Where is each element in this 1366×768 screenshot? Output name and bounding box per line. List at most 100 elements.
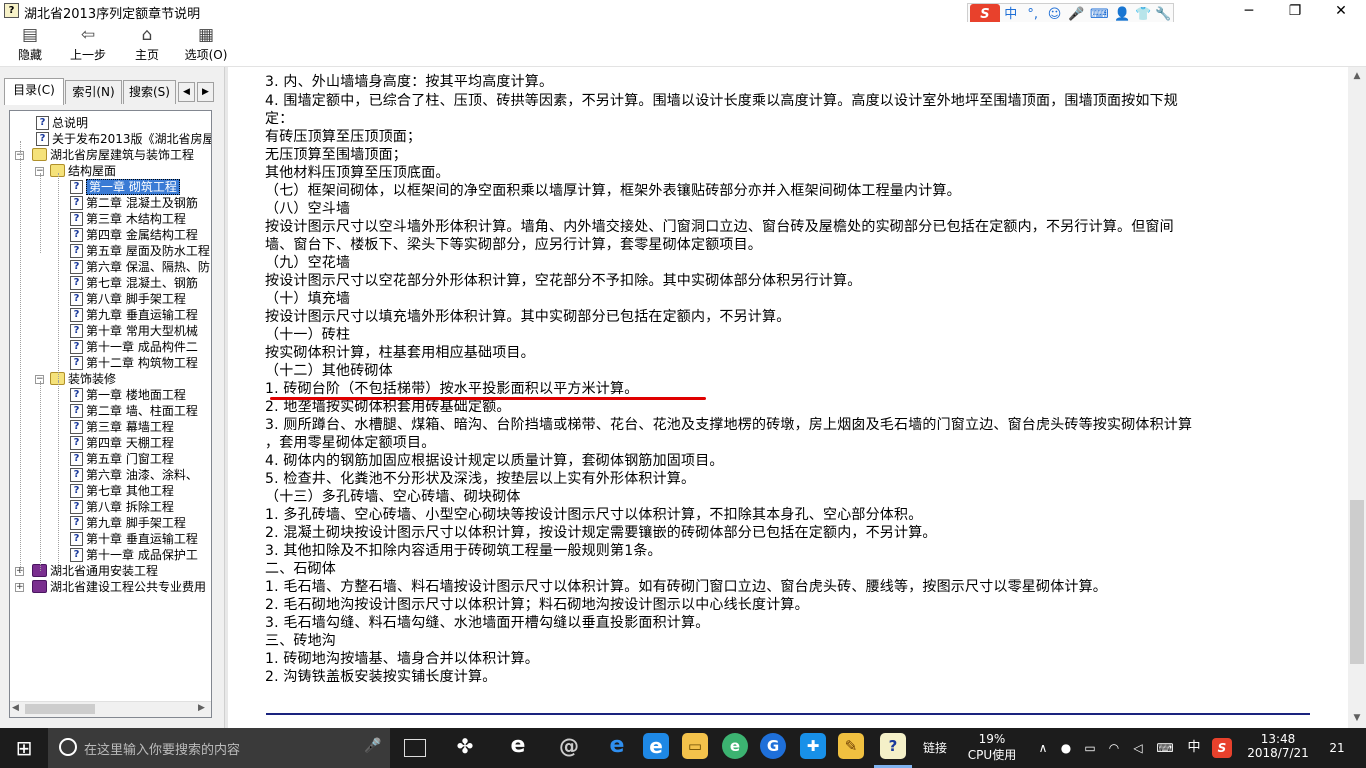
notes-app-icon[interactable]: ✎: [838, 733, 864, 759]
action-center-icon[interactable]: 21: [1322, 728, 1352, 768]
hide-button[interactable]: ▤ 隐藏: [8, 22, 52, 66]
windows-start-icon[interactable]: ⊞: [0, 728, 48, 768]
maximize-button[interactable]: ❐: [1272, 0, 1318, 22]
edge-icon[interactable]: e: [604, 733, 630, 759]
tab-search[interactable]: 搜索(S): [123, 80, 176, 104]
wifi-icon[interactable]: ◠: [1104, 728, 1124, 768]
file-explorer-icon[interactable]: ▭: [682, 733, 708, 759]
tree-item[interactable]: ? 关于发布2013版《湖北省房屋: [36, 131, 211, 147]
task-view-icon[interactable]: [404, 739, 426, 757]
content-line: 4. 围墙定额中，已综合了柱、压顶、砖拱等因素，不另计算。围墙以设计长度乘以高度…: [265, 93, 1179, 109]
content-line: 2. 毛石砌地沟按设计图示尺寸以体积计算；料石砌地沟按设计图示以中心线长度计算。: [265, 597, 809, 613]
show-hidden-icons-icon[interactable]: ∧: [1034, 728, 1052, 768]
pinwheel-app-icon[interactable]: ✤: [452, 733, 478, 759]
tree-item-label: 第二章 混凝土及钢筋: [86, 196, 198, 210]
tree-item[interactable]: ? 第一章 砌筑工程: [70, 179, 180, 195]
tab-scroll-left-button[interactable]: ◀: [178, 82, 195, 102]
tree-item[interactable]: ? 第五章 屋面及防水工程: [70, 243, 210, 259]
cpu-label: CPU使用: [967, 748, 1017, 762]
tree-item[interactable]: 结构屋面: [50, 163, 116, 179]
help-page-icon: ?: [70, 340, 83, 354]
tree-item-label: 第九章 垂直运输工程: [86, 308, 198, 322]
tree-item[interactable]: ? 第二章 墙、柱面工程: [70, 403, 198, 419]
clock[interactable]: 13:48 2018/7/21: [1243, 728, 1313, 768]
tree-item[interactable]: ? 第十一章 成品保护工: [70, 547, 198, 563]
tree-item[interactable]: ? 第十二章 构筑物工程: [70, 355, 198, 371]
sogou-tray-icon[interactable]: S: [1212, 738, 1232, 758]
content-line: 2. 混凝土砌块按设计图示尺寸以体积计算，按设计规定需要镶嵌的砖砌体部分已包括在…: [265, 525, 937, 541]
input-mode-indicator[interactable]: 中: [1183, 728, 1205, 768]
tree-item[interactable]: ? 第七章 其他工程: [70, 483, 174, 499]
360-browser-icon[interactable]: e: [722, 733, 748, 759]
tree-item[interactable]: ? 第十章 常用大型机械: [70, 323, 198, 339]
touch-keyboard-icon[interactable]: ⌨: [1153, 728, 1177, 768]
options-button[interactable]: ▦ 选项(O): [180, 22, 232, 66]
tree-expander-icon[interactable]: +: [15, 583, 24, 592]
minimize-button[interactable]: ─: [1226, 0, 1272, 22]
tree-item[interactable]: ? 第十章 垂直运输工程: [70, 531, 198, 547]
ie-blue-icon[interactable]: e: [643, 733, 669, 759]
cpu-meter[interactable]: 19% CPU使用: [962, 728, 1022, 768]
tree-item[interactable]: ? 第十一章 成品构件二: [70, 339, 198, 355]
scroll-up-arrow-icon[interactable]: ▲: [1348, 68, 1366, 85]
plus-app-icon[interactable]: ✚: [800, 733, 826, 759]
tree-item[interactable]: 装饰装修: [50, 371, 116, 387]
spiral-app-icon[interactable]: @: [556, 733, 582, 759]
tree-item[interactable]: 湖北省通用安装工程: [32, 563, 158, 579]
help-viewer-icon[interactable]: ?: [880, 733, 906, 759]
tree-item[interactable]: ? 第六章 保温、隔热、防: [70, 259, 210, 275]
tree-item[interactable]: ? 第四章 金属结构工程: [70, 227, 198, 243]
volume-icon[interactable]: ◁: [1128, 728, 1148, 768]
tree-item[interactable]: ? 第三章 幕墙工程: [70, 419, 174, 435]
tree-item[interactable]: 湖北省房屋建筑与装饰工程: [32, 147, 194, 163]
help-page-icon: ?: [36, 116, 49, 130]
tab-scroll-right-button[interactable]: ▶: [197, 82, 214, 102]
content-line: 按实砌体积计算，柱基套用相应基础项目。: [265, 345, 535, 361]
home-button[interactable]: ⌂ 主页: [126, 22, 168, 66]
scroll-right-arrow-icon[interactable]: ▶: [198, 703, 205, 713]
notification-count: 21: [1329, 741, 1345, 755]
help-page-icon: ?: [70, 436, 83, 450]
back-button[interactable]: ⇦ 上一步: [62, 22, 114, 66]
g-app-icon[interactable]: G: [760, 733, 786, 759]
tree-item-label: 第四章 天棚工程: [86, 436, 174, 450]
content-line: 按设计图示尺寸以填充墙外形体积计算。其中实砌部分已包括在定额内，不另计算。: [265, 309, 791, 325]
tree-item-label: 第十一章 成品构件二: [86, 340, 198, 354]
tab-index[interactable]: 索引(N): [65, 80, 122, 104]
content-line: （十）填充墙: [265, 291, 351, 307]
tree-scroll-thumb[interactable]: [25, 704, 95, 714]
scroll-down-arrow-icon[interactable]: ▼: [1348, 710, 1366, 727]
tree-item[interactable]: ? 总说明: [36, 115, 88, 131]
tree-item[interactable]: ? 第九章 垂直运输工程: [70, 307, 198, 323]
tree-item[interactable]: ? 第八章 脚手架工程: [70, 291, 186, 307]
app-help-icon: ?: [4, 3, 19, 18]
tree-item[interactable]: ? 第二章 混凝土及钢筋: [70, 195, 198, 211]
pane-splitter[interactable]: [224, 67, 228, 728]
tree-item[interactable]: 湖北省建设工程公共专业费用: [32, 579, 206, 595]
content-line: （七）框架间砌体，以框架间的净空面积乘以墙厚计算，框架外表镶贴砖部分亦并入框架间…: [265, 183, 961, 199]
tree-item[interactable]: ? 第八章 拆除工程: [70, 499, 174, 515]
people-icon[interactable]: ●: [1056, 728, 1076, 768]
tree-item[interactable]: ? 第四章 天棚工程: [70, 435, 174, 451]
help-page-icon: ?: [70, 532, 83, 546]
microphone-icon[interactable]: 🎤: [364, 738, 381, 754]
ie-icon[interactable]: e: [505, 733, 531, 759]
tree-item[interactable]: ? 第六章 油漆、涂料、: [70, 467, 198, 483]
tree-item[interactable]: ? 第一章 楼地面工程: [70, 387, 186, 403]
content-scroll-thumb[interactable]: [1350, 500, 1364, 664]
tree-item-label: 第三章 木结构工程: [86, 212, 186, 226]
tree-item[interactable]: ? 第七章 混凝土、钢筋: [70, 275, 198, 291]
links-toolbar[interactable]: 链接: [917, 728, 953, 768]
close-button[interactable]: ✕: [1318, 0, 1364, 22]
scroll-left-arrow-icon[interactable]: ◀: [12, 703, 19, 713]
tree-item-label: 湖北省通用安装工程: [50, 564, 159, 578]
tree-item-label: 总说明: [52, 116, 89, 130]
tree-item[interactable]: ? 第九章 脚手架工程: [70, 515, 186, 531]
hide-pane-icon: ▤: [21, 25, 39, 45]
tab-contents[interactable]: 目录(C): [4, 78, 64, 105]
tree-item[interactable]: ? 第三章 木结构工程: [70, 211, 186, 227]
content-line: 2. 地垄墙按实砌体积套用砖基础定额。: [265, 399, 511, 415]
tree-item[interactable]: ? 第五章 门窗工程: [70, 451, 174, 467]
content-end-rule: [266, 713, 1310, 715]
network-adapter-icon[interactable]: ▭: [1080, 728, 1100, 768]
